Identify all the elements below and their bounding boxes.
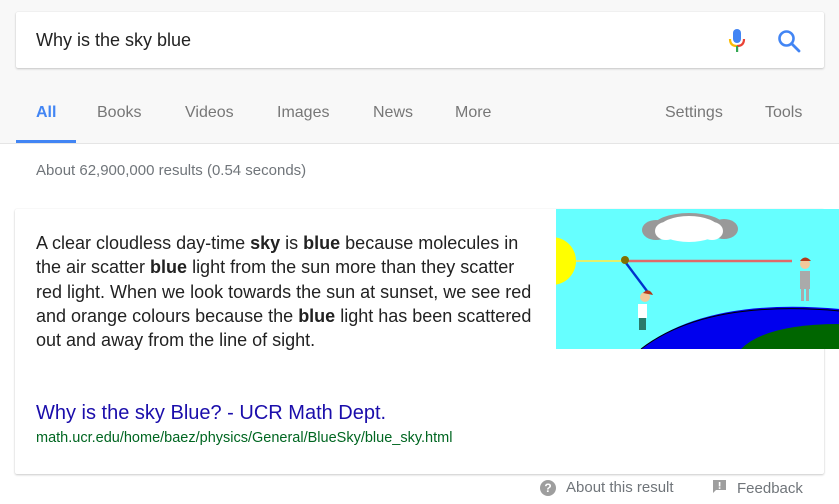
snippet-segment: is	[280, 233, 304, 253]
tab-news[interactable]: News	[373, 92, 413, 143]
result-url: math.ucr.edu/home/baez/physics/General/B…	[36, 430, 453, 446]
tab-more[interactable]: More	[455, 92, 491, 143]
search-tabs: All Books Videos Images News More Settin…	[0, 92, 839, 143]
tools-button[interactable]: Tools	[765, 92, 802, 143]
featured-snippet-card: A clear cloudless day-time sky is blue b…	[15, 209, 839, 474]
snippet-highlight: blue	[303, 233, 341, 253]
help-icon: ?	[540, 479, 556, 496]
feedback-button[interactable]: Feedback	[712, 479, 803, 498]
search-icon[interactable]	[776, 28, 802, 54]
search-input[interactable]	[36, 12, 676, 68]
tab-books[interactable]: Books	[97, 92, 141, 143]
sky-scattering-illustration	[528, 209, 839, 350]
tab-images[interactable]: Images	[277, 92, 329, 143]
tab-videos[interactable]: Videos	[185, 92, 234, 143]
about-this-result-label: About this result	[566, 479, 674, 496]
feedback-icon	[712, 479, 727, 498]
settings-button[interactable]: Settings	[665, 92, 723, 143]
snippet-text: A clear cloudless day-time sky is blue b…	[36, 231, 536, 352]
tab-all[interactable]: All	[16, 92, 76, 143]
snippet-highlight: sky	[250, 233, 281, 253]
about-this-result-button[interactable]: ? About this result	[540, 479, 674, 496]
microphone-icon[interactable]	[726, 28, 748, 54]
snippet-segment: A clear cloudless day-time	[36, 233, 251, 253]
header: All Books Videos Images News More Settin…	[0, 0, 839, 144]
snippet-image[interactable]	[528, 209, 839, 350]
search-box	[16, 12, 824, 68]
snippet-highlight: blue	[298, 305, 336, 326]
feedback-label: Feedback	[737, 480, 803, 497]
snippet-highlight: blue	[150, 257, 188, 278]
result-title-link[interactable]: Why is the sky Blue? - UCR Math Dept.	[36, 402, 386, 425]
result-stats: About 62,900,000 results (0.54 seconds)	[36, 162, 307, 179]
